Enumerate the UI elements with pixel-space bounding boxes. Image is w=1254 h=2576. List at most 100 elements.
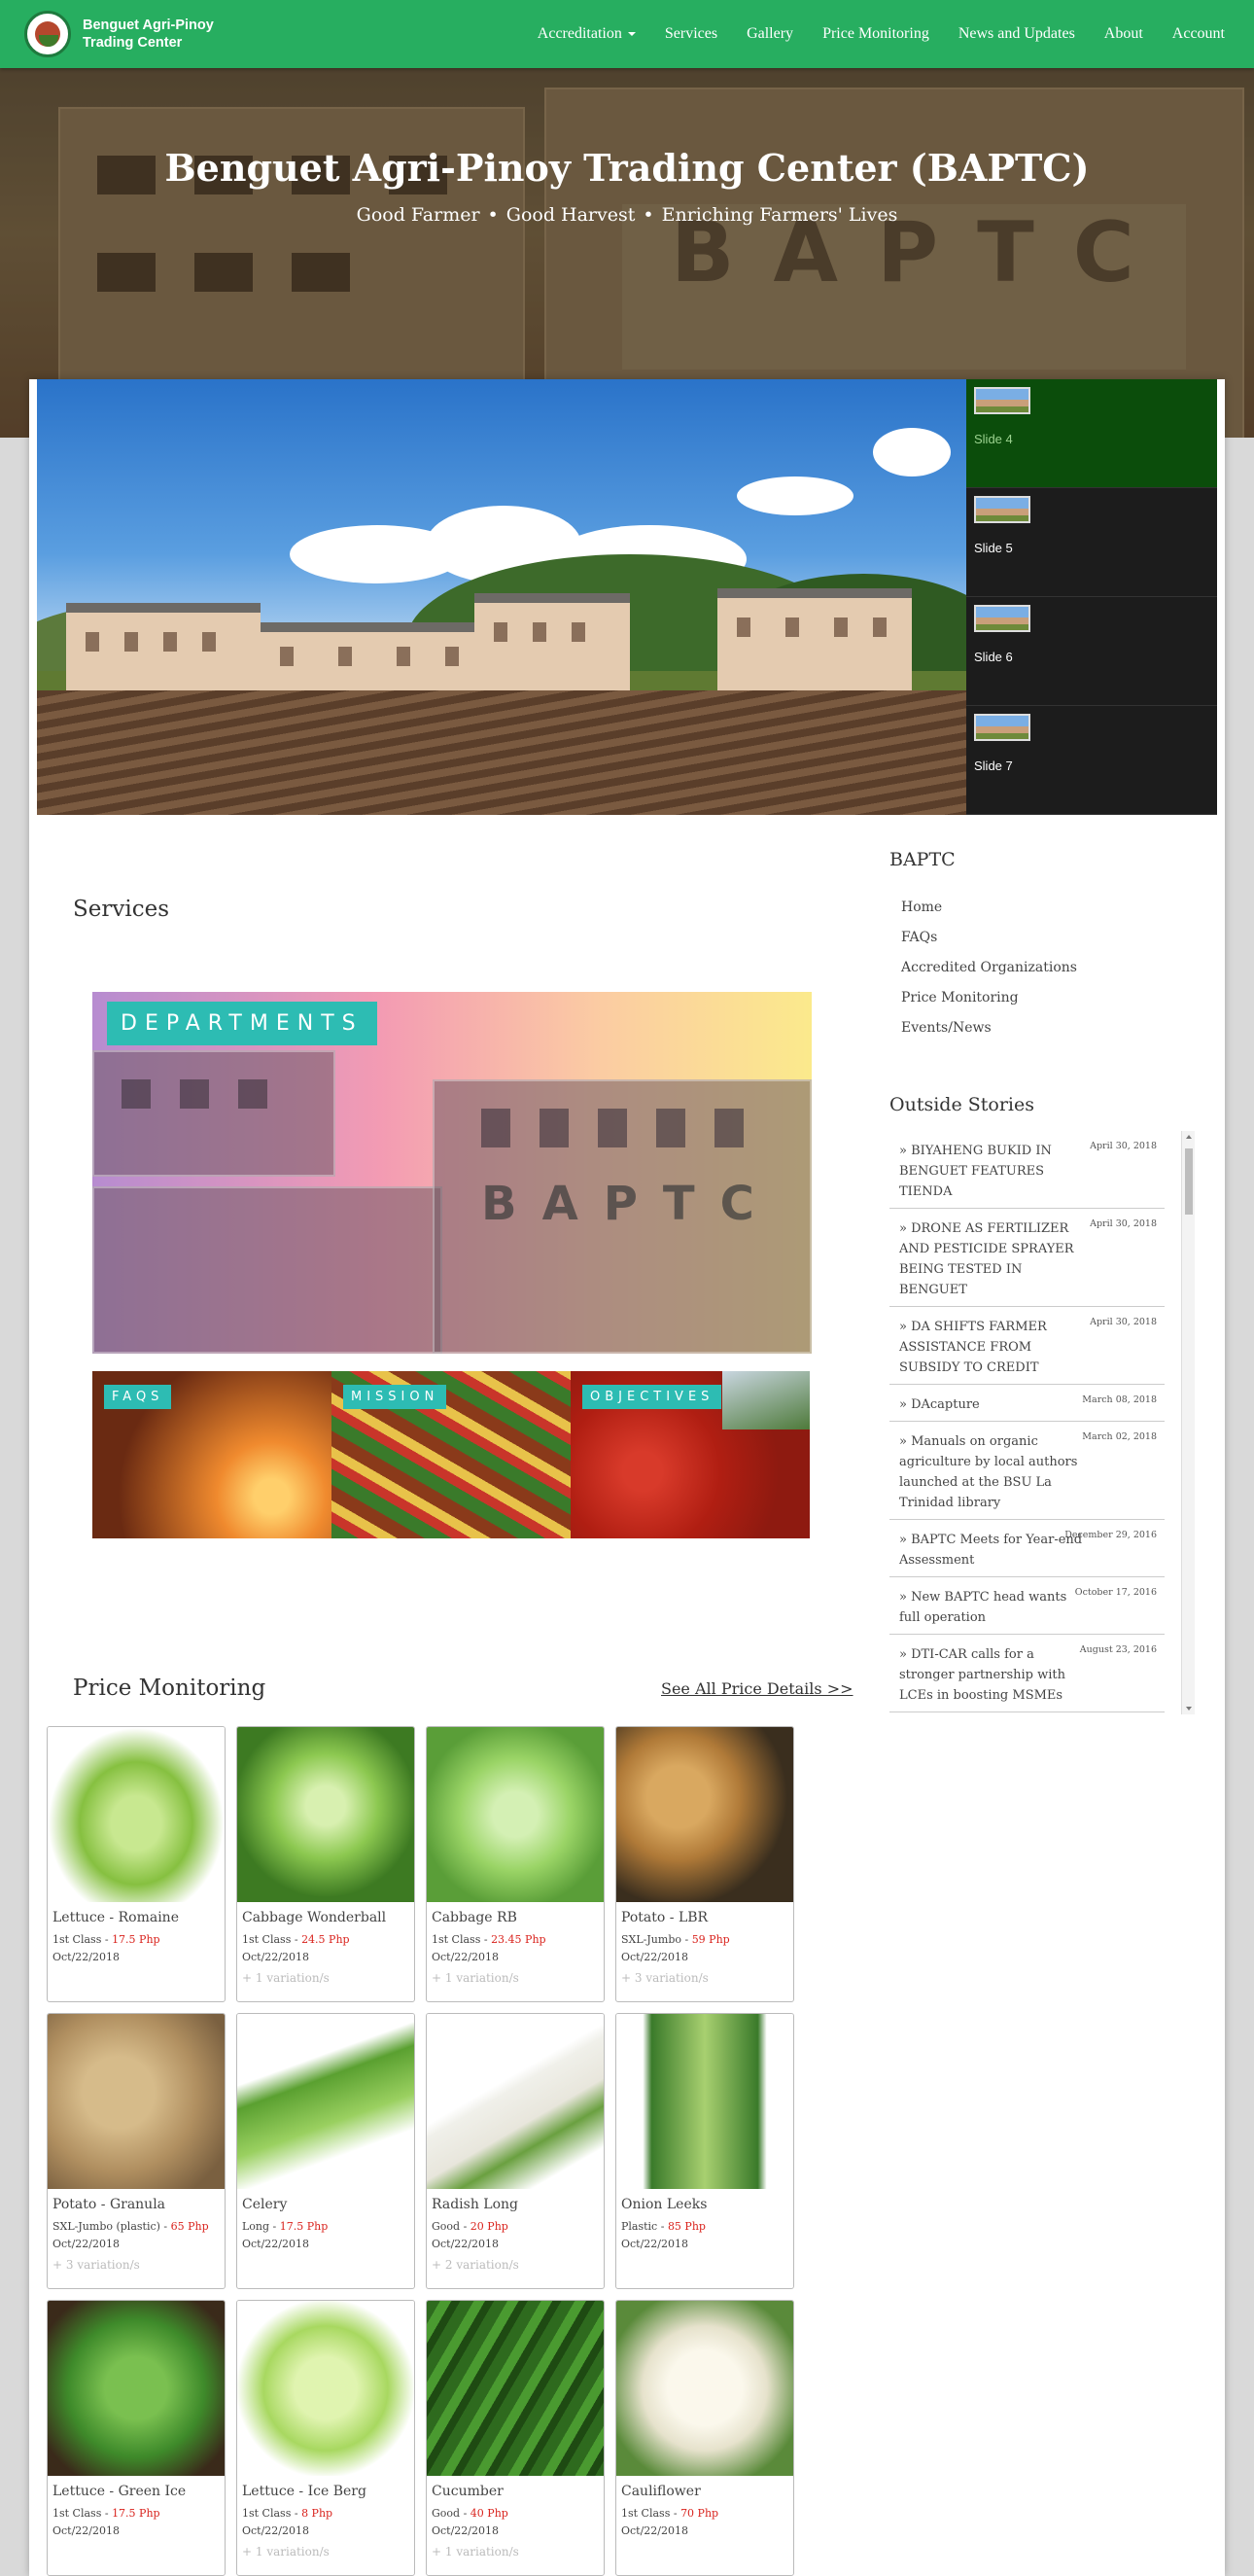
product-card[interactable]: Celery Long - 17.5 Php Oct/22/2018 (236, 2013, 415, 2289)
story-title[interactable]: » New BAPTC head wants full operation (899, 1587, 1084, 1628)
hero-tagline: Good Farmer • Good Harvest • Enriching Farme… (356, 204, 898, 226)
sidebar-link-home[interactable]: Home (901, 893, 1077, 923)
scroll-down-icon[interactable] (1186, 1707, 1192, 1711)
product-name: Cabbage Wonderball (242, 1910, 387, 1925)
product-date: Oct/22/2018 (621, 2524, 689, 2537)
product-variations: + 1 variation/s (432, 1971, 519, 1985)
objectives-label: OBJECTIVES (582, 1385, 722, 1409)
product-name: Potato - LBR (621, 1910, 709, 1925)
product-card[interactable]: Onion Leeks Plastic - 85 Php Oct/22/2018 (615, 2013, 794, 2289)
slide-thumb-6[interactable]: Slide 6 (966, 597, 1217, 706)
product-card[interactable]: Potato - Granula SXL-Jumbo (plastic) - 65… (47, 2013, 226, 2289)
story-item[interactable]: » DAcapture March 08, 2018 (889, 1385, 1165, 1422)
nav-price-monitoring[interactable]: Price Monitoring (822, 25, 929, 43)
outside-stories-list[interactable]: » BIYAHENG BUKID IN BENGUET FEATURES TIE… (889, 1131, 1191, 1714)
story-item[interactable]: » BAPTC Meets for Year-end Assessment Dec… (889, 1520, 1165, 1577)
sidebar-link-faqs[interactable]: FAQs (901, 923, 1077, 953)
stories-scroll-thumb[interactable] (1185, 1148, 1193, 1215)
slide-thumb-4[interactable]: Slide 4 (966, 379, 1217, 488)
product-price: 23.45 Php (491, 1933, 546, 1946)
product-card[interactable]: Cabbage RB 1st Class - 23.45 Php Oct/22/20… (426, 1726, 605, 2002)
story-date: October 17, 2016 (1074, 1587, 1157, 1598)
faqs-tile[interactable]: FAQS (92, 1371, 331, 1538)
story-item[interactable]: » DA SHIFTS FARMER ASSISTANCE FROM SUBSI… (889, 1307, 1165, 1385)
product-card[interactable]: Lettuce - Green Ice 1st Class - 17.5 Php O… (47, 2300, 226, 2576)
product-grade: 1st Class - 70 Php (621, 2507, 719, 2520)
story-item[interactable]: » New BAPTC head wants full operation Oct… (889, 1577, 1165, 1635)
story-item[interactable]: » DTI-CAR calls for a stronger partnersh… (889, 1635, 1165, 1712)
outside-stories-title: Outside Stories (889, 1094, 1034, 1115)
product-grade: SXL-Jumbo (plastic) - 65 Php (52, 2220, 209, 2233)
product-image (48, 1727, 225, 1902)
nav-services[interactable]: Services (665, 25, 717, 43)
product-card[interactable]: Cauliflower 1st Class - 70 Php Oct/22/2018 (615, 2300, 794, 2576)
story-item[interactable]: » Manuals on organic agriculture by loca… (889, 1422, 1165, 1520)
product-price: 17.5 Php (112, 2507, 160, 2520)
story-title[interactable]: » DRONE AS FERTILIZER AND PESTICIDE SPRA… (899, 1218, 1084, 1300)
nav-news-and-updates[interactable]: News and Updates (958, 25, 1075, 43)
services-title: Services (73, 897, 170, 922)
baptc-logo (24, 11, 71, 57)
departments-tile[interactable]: BAPTC DEPARTMENTS (92, 992, 812, 1354)
product-card[interactable]: Lettuce - Romaine 1st Class - 17.5 Php Oct… (47, 1726, 226, 2002)
product-date: Oct/22/2018 (52, 2524, 121, 2537)
story-title[interactable]: » DTI-CAR calls for a stronger partnersh… (899, 1644, 1084, 1706)
product-variations: + 1 variation/s (242, 2545, 330, 2558)
nav-gallery[interactable]: Gallery (747, 25, 793, 43)
sidebar-link-events-news[interactable]: Events/News (901, 1013, 1077, 1043)
product-date: Oct/22/2018 (242, 2524, 310, 2537)
product-date: Oct/22/2018 (432, 2524, 500, 2537)
product-card[interactable]: Radish Long Good - 20 Php Oct/22/2018 + 2 v… (426, 2013, 605, 2289)
story-title[interactable]: » DAcapture (899, 1394, 1084, 1415)
story-title[interactable]: » DA SHIFTS FARMER ASSISTANCE FROM SUBSI… (899, 1317, 1084, 1378)
product-date: Oct/22/2018 (242, 1951, 310, 1963)
slider-thumbnails: Slide 4 Slide 5 Slide 6 Slide 7 (966, 379, 1217, 815)
product-grade: Plastic - 85 Php (621, 2220, 706, 2233)
product-image (616, 2014, 793, 2189)
nav-accreditation[interactable]: Accreditation (538, 25, 636, 43)
product-name: Lettuce - Ice Berg (242, 2484, 366, 2499)
product-grade: 1st Class - 8 Php (242, 2507, 333, 2520)
mission-tile[interactable]: MISSION (331, 1371, 571, 1538)
product-name: Cucumber (432, 2484, 504, 2499)
story-title[interactable]: » Manuals on organic agriculture by loca… (899, 1431, 1084, 1513)
image-slider: Slide 4 Slide 5 Slide 6 Slide 7 (37, 379, 1217, 815)
story-date: March 02, 2018 (1082, 1431, 1157, 1442)
objectives-tile[interactable]: OBJECTIVES (571, 1371, 810, 1538)
story-item[interactable]: » DRONE AS FERTILIZER AND PESTICIDE SPRA… (889, 1209, 1165, 1307)
slide-thumb-5[interactable]: Slide 5 (966, 488, 1217, 597)
story-title[interactable]: » BAPTC Meets for Year-end Assessment (899, 1530, 1084, 1570)
product-date: Oct/22/2018 (432, 1951, 500, 1963)
sidebar-title: BAPTC (889, 849, 956, 870)
stories-scrollbar[interactable] (1181, 1131, 1195, 1714)
product-grade: Long - 17.5 Php (242, 2220, 329, 2233)
product-name: Onion Leeks (621, 2197, 708, 2212)
product-date: Oct/22/2018 (621, 1951, 689, 1963)
product-grade: 1st Class - 23.45 Php (432, 1933, 546, 1946)
product-date: Oct/22/2018 (621, 2238, 689, 2250)
sidebar-link-price-monitoring[interactable]: Price Monitoring (901, 983, 1077, 1013)
product-name: Cauliflower (621, 2484, 701, 2499)
product-image (427, 2014, 604, 2189)
story-title[interactable]: » BIYAHENG BUKID IN BENGUET FEATURES TIE… (899, 1141, 1084, 1202)
product-price: 17.5 Php (112, 1933, 160, 1946)
product-image (237, 1727, 414, 1902)
product-name: Cabbage RB (432, 1910, 517, 1925)
story-date: August 23, 2016 (1079, 1644, 1157, 1655)
see-all-price-details-link[interactable]: See All Price Details >> (661, 1679, 853, 1698)
product-grade: Good - 40 Php (432, 2507, 508, 2520)
nav-about[interactable]: About (1104, 25, 1143, 43)
sidebar-link-accredited-organizations[interactable]: Accredited Organizations (901, 953, 1077, 983)
product-card[interactable]: Cabbage Wonderball 1st Class - 24.5 Php Oc… (236, 1726, 415, 2002)
product-card[interactable]: Lettuce - Ice Berg 1st Class - 8 Php Oct/2… (236, 2300, 415, 2576)
product-card[interactable]: Potato - LBR SXL-Jumbo - 59 Php Oct/22/201… (615, 1726, 794, 2002)
product-name: Celery (242, 2197, 288, 2212)
nav-account[interactable]: Account (1172, 25, 1225, 43)
story-item[interactable]: » BIYAHENG BUKID IN BENGUET FEATURES TIE… (889, 1131, 1165, 1209)
slide-thumb-7[interactable]: Slide 7 (966, 706, 1217, 815)
product-card[interactable]: Cucumber Good - 40 Php Oct/22/2018 + 1 vari… (426, 2300, 605, 2576)
scroll-up-icon[interactable] (1186, 1135, 1192, 1139)
brand-link[interactable]: Benguet Agri-Pinoy Trading Center (24, 11, 214, 57)
slide-image[interactable] (37, 379, 966, 815)
product-grade: 1st Class - 17.5 Php (52, 1933, 160, 1946)
